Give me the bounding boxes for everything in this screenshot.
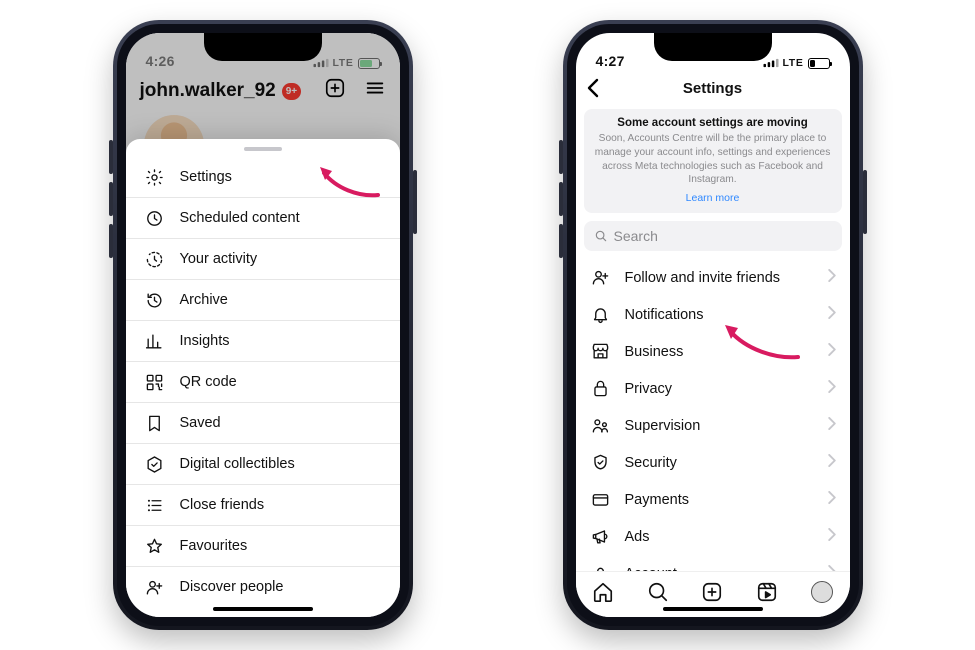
tab-reels[interactable] <box>755 580 779 604</box>
settings-item-label: Security <box>625 455 677 471</box>
search-input[interactable]: Search <box>584 221 842 251</box>
sheet-item-close-friends[interactable]: Close friends <box>126 485 400 526</box>
sheet-item-settings[interactable]: Settings <box>126 157 400 198</box>
insights-icon <box>144 332 166 351</box>
sheet-item-label: Scheduled content <box>180 210 300 226</box>
family-icon <box>590 416 612 435</box>
avatar-icon <box>811 581 833 603</box>
back-button[interactable] <box>586 77 600 103</box>
chevron-right-icon <box>828 454 836 471</box>
settings-item-label: Follow and invite friends <box>625 270 781 286</box>
gear-icon <box>144 168 166 187</box>
sheet-item-label: Discover people <box>180 579 284 595</box>
person-plus-icon <box>590 268 612 287</box>
phone-right: 4:27 LTE Settings Some account settings … <box>563 20 863 630</box>
sheet-item-favourites[interactable]: Favourites <box>126 526 400 567</box>
sheet-item-label: Your activity <box>180 251 258 267</box>
hex-check-icon <box>144 455 166 474</box>
notice-learn-more-link[interactable]: Learn more <box>594 192 832 204</box>
notice-body: Soon, Accounts Centre will be the primar… <box>594 132 832 187</box>
bell-icon <box>590 305 612 324</box>
settings-item-follow-and-invite-friends[interactable]: Follow and invite friends <box>576 259 850 296</box>
tab-search[interactable] <box>646 580 670 604</box>
settings-item-label: Ads <box>625 529 650 545</box>
activity-icon <box>144 250 166 269</box>
storefront-icon <box>590 342 612 361</box>
signal-icon <box>763 58 779 68</box>
megaphone-icon <box>590 527 612 546</box>
sheet-item-digital-collectibles[interactable]: Digital collectibles <box>126 444 400 485</box>
bookmark-icon <box>144 414 166 433</box>
sheet-grabber[interactable] <box>244 147 282 151</box>
sheet-item-scheduled-content[interactable]: Scheduled content <box>126 198 400 239</box>
account-icon <box>590 564 612 571</box>
person-plus-icon <box>144 578 166 597</box>
tab-profile[interactable] <box>810 580 834 604</box>
settings-item-label: Payments <box>625 492 689 508</box>
settings-item-label: Supervision <box>625 418 701 434</box>
lock-icon <box>590 379 612 398</box>
network-label: LTE <box>783 57 804 69</box>
settings-list: Follow and invite friends Notifications Bu… <box>576 259 850 571</box>
sheet-item-label: Settings <box>180 169 232 185</box>
tab-home[interactable] <box>591 580 615 604</box>
settings-item-payments[interactable]: Payments <box>576 481 850 518</box>
card-icon <box>590 490 612 509</box>
settings-item-business[interactable]: Business <box>576 333 850 370</box>
home-indicator[interactable] <box>663 607 763 611</box>
sheet-item-your-activity[interactable]: Your activity <box>126 239 400 280</box>
settings-item-supervision[interactable]: Supervision <box>576 407 850 444</box>
sheet-item-label: Archive <box>180 292 228 308</box>
sheet-item-label: Favourites <box>180 538 248 554</box>
sheet-item-label: Insights <box>180 333 230 349</box>
list-filter-icon <box>144 496 166 515</box>
star-icon <box>144 537 166 556</box>
chevron-right-icon <box>828 528 836 545</box>
sheet-item-label: Saved <box>180 415 221 431</box>
home-indicator[interactable] <box>213 607 313 611</box>
settings-item-privacy[interactable]: Privacy <box>576 370 850 407</box>
qr-icon <box>144 373 166 392</box>
clock-icon <box>144 209 166 228</box>
chevron-right-icon <box>828 306 836 323</box>
sheet-item-insights[interactable]: Insights <box>126 321 400 362</box>
settings-item-label: Notifications <box>625 307 704 323</box>
status-time: 4:27 <box>596 53 625 69</box>
nav-bar: Settings <box>576 71 850 105</box>
chevron-right-icon <box>828 417 836 434</box>
battery-icon <box>808 58 830 69</box>
settings-item-security[interactable]: Security <box>576 444 850 481</box>
sheet-item-discover-people[interactable]: Discover people <box>126 567 400 607</box>
settings-item-label: Business <box>625 344 684 360</box>
sheet-item-label: QR code <box>180 374 237 390</box>
chevron-right-icon <box>828 491 836 508</box>
sheet-item-label: Digital collectibles <box>180 456 295 472</box>
menu-sheet: Settings Scheduled content Your activity Ar… <box>126 139 400 617</box>
page-title: Settings <box>683 80 742 97</box>
sheet-item-label: Close friends <box>180 497 265 513</box>
settings-item-notifications[interactable]: Notifications <box>576 296 850 333</box>
chevron-right-icon <box>828 269 836 286</box>
settings-item-account[interactable]: Account <box>576 555 850 571</box>
settings-item-label: Privacy <box>625 381 673 397</box>
chevron-right-icon <box>828 380 836 397</box>
sheet-item-qr-code[interactable]: QR code <box>126 362 400 403</box>
notice-title: Some account settings are moving <box>594 117 832 129</box>
search-placeholder: Search <box>614 228 658 244</box>
sheet-item-saved[interactable]: Saved <box>126 403 400 444</box>
sheet-item-archive[interactable]: Archive <box>126 280 400 321</box>
tab-create[interactable] <box>700 580 724 604</box>
search-icon <box>594 229 608 243</box>
history-icon <box>144 291 166 310</box>
shield-icon <box>590 453 612 472</box>
settings-item-ads[interactable]: Ads <box>576 518 850 555</box>
chevron-right-icon <box>828 343 836 360</box>
phone-left: 4:26 LTE john.walker_92 9+ <box>113 20 413 630</box>
notice-card: Some account settings are moving Soon, A… <box>584 109 842 213</box>
